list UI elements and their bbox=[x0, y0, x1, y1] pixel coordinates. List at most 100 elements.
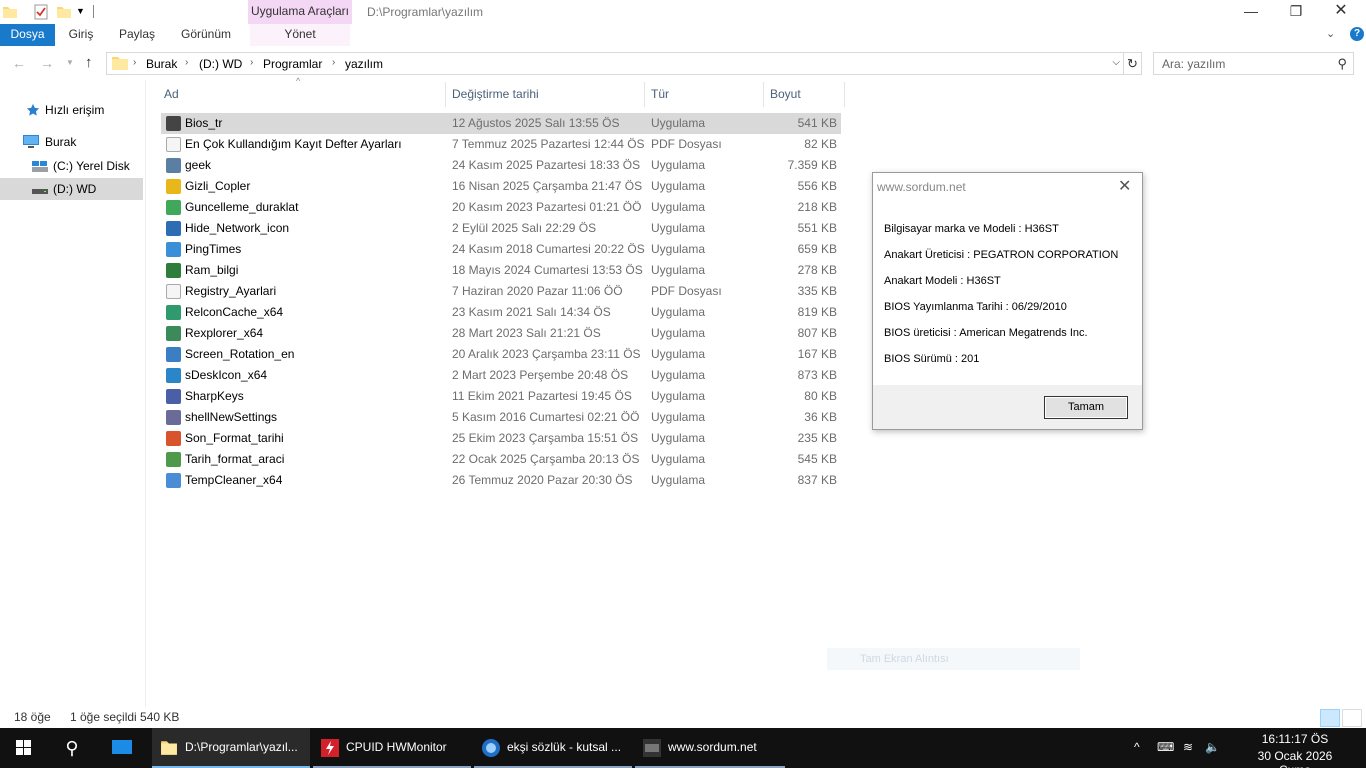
file-size: 873 KB bbox=[797, 368, 837, 382]
file-date: 12 Ağustos 2025 Salı 13:55 ÖS bbox=[452, 116, 620, 130]
file-row[interactable]: TempCleaner_x64 26 Temmuz 2020 Pazar 20:3… bbox=[161, 470, 841, 491]
application-icon bbox=[166, 368, 181, 383]
taskbar-app-label: ekşi sözlük - kutsal ... bbox=[507, 740, 622, 754]
ok-button[interactable]: Tamam bbox=[1044, 396, 1128, 419]
file-date: 7 Haziran 2020 Pazar 11:06 ÖÖ bbox=[452, 284, 623, 298]
file-row[interactable]: Registry_Ayarlari 7 Haziran 2020 Pazar 11… bbox=[161, 281, 841, 302]
folder-icon[interactable] bbox=[2, 4, 18, 20]
search-button[interactable]: ⚲ bbox=[48, 728, 96, 768]
file-row[interactable]: SharpKeys 11 Ekim 2021 Pazartesi 19:45 ÖS… bbox=[161, 386, 841, 407]
file-row[interactable]: Guncelleme_duraklat 20 Kasım 2023 Pazarte… bbox=[161, 197, 841, 218]
file-name: Gizli_Copler bbox=[185, 179, 251, 193]
column-divider[interactable] bbox=[445, 82, 446, 107]
minimize-button[interactable]: — bbox=[1228, 0, 1274, 24]
file-row[interactable]: Bios_tr 12 Ağustos 2025 Salı 13:55 ÖS Uygu… bbox=[161, 113, 841, 134]
column-header-size[interactable]: Boyut bbox=[770, 82, 844, 107]
volume-icon[interactable]: 🔈 bbox=[1205, 740, 1220, 754]
application-tools-tab[interactable]: Uygulama Araçları bbox=[248, 0, 352, 24]
file-row[interactable]: Tarih_format_araci 22 Ocak 2025 Çarşamba … bbox=[161, 449, 841, 470]
column-header-type[interactable]: Tür bbox=[651, 82, 761, 107]
search-icon[interactable]: ⚲ bbox=[1337, 56, 1347, 72]
input-method-icon[interactable]: ⌨ bbox=[1157, 740, 1174, 754]
breadcrumb-chevron-icon[interactable]: › bbox=[332, 57, 335, 68]
tab-file[interactable]: Dosya bbox=[0, 24, 55, 46]
taskbar-app-sordum[interactable]: www.sordum.net bbox=[635, 728, 785, 768]
file-row[interactable]: RelconCache_x64 23 Kasım 2021 Salı 14:34 … bbox=[161, 302, 841, 323]
breadcrumb-burak[interactable]: Burak bbox=[146, 57, 177, 71]
start-button[interactable] bbox=[0, 728, 48, 768]
file-row[interactable]: Gizli_Copler 16 Nisan 2025 Çarşamba 21:47… bbox=[161, 176, 841, 197]
address-row: ← → ▼ ↑ › Burak › (D:) WD › Programlar ›… bbox=[0, 49, 1366, 79]
up-arrow-icon[interactable]: ↑ bbox=[85, 54, 93, 71]
details-view-button[interactable] bbox=[1320, 709, 1340, 727]
application-icon bbox=[166, 452, 181, 467]
back-arrow-icon[interactable]: ← bbox=[12, 55, 26, 71]
nav-item-quick-access[interactable]: Hızlı erişim bbox=[0, 99, 143, 121]
tab-manage[interactable]: Yönet bbox=[250, 24, 350, 46]
tab-share[interactable]: Paylaş bbox=[112, 24, 162, 46]
file-row[interactable]: Hide_Network_icon 2 Eylül 2025 Salı 22:29… bbox=[161, 218, 841, 239]
clock-date[interactable]: 30 Ocak 2026 Cuma bbox=[1240, 749, 1350, 768]
breadcrumb-chevron-icon[interactable]: › bbox=[250, 57, 253, 68]
address-dropdown-icon[interactable]: ⌵ bbox=[1112, 57, 1120, 68]
file-row[interactable]: Son_Format_tarihi 25 Ekim 2023 Çarşamba 1… bbox=[161, 428, 841, 449]
large-icons-view-button[interactable] bbox=[1342, 709, 1362, 727]
file-name: Registry_Ayarlari bbox=[185, 284, 277, 298]
show-hidden-icons-icon[interactable]: ^ bbox=[1134, 740, 1140, 754]
taskbar-app-hwmonitor[interactable]: CPUID HWMonitor bbox=[313, 728, 471, 768]
file-type: Uygulama bbox=[651, 242, 706, 256]
column-divider[interactable] bbox=[644, 82, 645, 107]
file-row[interactable]: PingTimes 24 Kasım 2018 Cumartesi 20:22 Ö… bbox=[161, 239, 841, 260]
file-type: Uygulama bbox=[651, 431, 706, 445]
nav-item-d-drive[interactable]: (D:) WD bbox=[0, 178, 143, 200]
nav-item-this-pc[interactable]: Burak bbox=[0, 131, 143, 153]
refresh-button[interactable]: ↻ bbox=[1124, 52, 1142, 75]
file-row[interactable]: Rexplorer_x64 28 Mart 2023 Salı 21:21 ÖS U… bbox=[161, 323, 841, 344]
network-icon[interactable]: ≋ bbox=[1183, 740, 1193, 754]
taskbar-app-browser[interactable]: ekşi sözlük - kutsal ... bbox=[474, 728, 632, 768]
bios-icon bbox=[643, 739, 661, 757]
file-size: 36 KB bbox=[804, 410, 837, 424]
column-divider[interactable] bbox=[763, 82, 764, 107]
help-icon[interactable]: ? bbox=[1350, 27, 1364, 41]
teamviewer-button[interactable] bbox=[99, 728, 147, 768]
breadcrumb-yazilim[interactable]: yazılım bbox=[345, 57, 383, 71]
nav-item-c-drive[interactable]: (C:) Yerel Disk bbox=[0, 155, 143, 177]
clock-time[interactable]: 16:11:17 ÖS bbox=[1260, 732, 1330, 746]
search-input[interactable]: Ara: yazılım ⚲ bbox=[1153, 52, 1354, 75]
taskbar-app-label: CPUID HWMonitor bbox=[346, 740, 447, 754]
tab-home[interactable]: Giriş bbox=[58, 24, 104, 46]
column-header-name[interactable]: Ad bbox=[164, 82, 444, 107]
file-row[interactable]: sDeskIcon_x64 2 Mart 2023 Perşembe 20:48 … bbox=[161, 365, 841, 386]
file-row[interactable]: Ram_bilgi 18 Mayıs 2024 Cumartesi 13:53 Ö… bbox=[161, 260, 841, 281]
file-row[interactable]: geek 24 Kasım 2025 Pazartesi 18:33 ÖS Uygu… bbox=[161, 155, 841, 176]
application-icon bbox=[166, 242, 181, 257]
breadcrumb-drive[interactable]: (D:) WD bbox=[199, 57, 242, 71]
new-folder-icon[interactable] bbox=[56, 4, 72, 20]
breadcrumb-programlar[interactable]: Programlar bbox=[263, 57, 322, 71]
file-row[interactable]: shellNewSettings 5 Kasım 2016 Cumartesi 0… bbox=[161, 407, 841, 428]
expand-ribbon-icon[interactable]: ⌄ bbox=[1326, 27, 1335, 40]
taskbar-app-label: D:\Programlar\yazıl... bbox=[185, 740, 298, 754]
dialog-close-icon[interactable]: ✕ bbox=[1118, 176, 1131, 196]
close-button[interactable]: ✕ bbox=[1318, 0, 1364, 24]
breadcrumb-chevron-icon[interactable]: › bbox=[185, 57, 188, 68]
file-date: 18 Mayıs 2024 Cumartesi 13:53 ÖS bbox=[452, 263, 643, 277]
breadcrumb-chevron-icon[interactable]: › bbox=[133, 57, 136, 68]
file-type: Uygulama bbox=[651, 221, 706, 235]
ghost-screen-snip-label: Tam Ekran Alıntısı bbox=[827, 648, 1080, 670]
column-divider[interactable] bbox=[844, 82, 845, 107]
tab-view[interactable]: Görünüm bbox=[170, 24, 242, 46]
recent-locations-icon[interactable]: ▼ bbox=[66, 58, 74, 67]
taskbar-app-explorer[interactable]: D:\Programlar\yazıl... bbox=[152, 728, 310, 768]
file-row[interactable]: En Çok Kullandığım Kayıt Defter Ayarları… bbox=[161, 134, 841, 155]
properties-icon[interactable] bbox=[33, 4, 49, 20]
column-header-date[interactable]: Değiştirme tarihi bbox=[452, 82, 642, 107]
forward-arrow-icon[interactable]: → bbox=[40, 55, 54, 71]
file-row[interactable]: Screen_Rotation_en 20 Aralık 2023 Çarşamb… bbox=[161, 344, 841, 365]
customize-dropdown-icon[interactable]: ▼ bbox=[76, 6, 86, 22]
maximize-button[interactable]: ❐ bbox=[1273, 0, 1319, 24]
info-board-model: Anakart Modeli : H36ST bbox=[884, 275, 1001, 287]
address-bar[interactable]: › Burak › (D:) WD › Programlar › yazılım… bbox=[106, 52, 1124, 75]
file-type: Uygulama bbox=[651, 179, 706, 193]
